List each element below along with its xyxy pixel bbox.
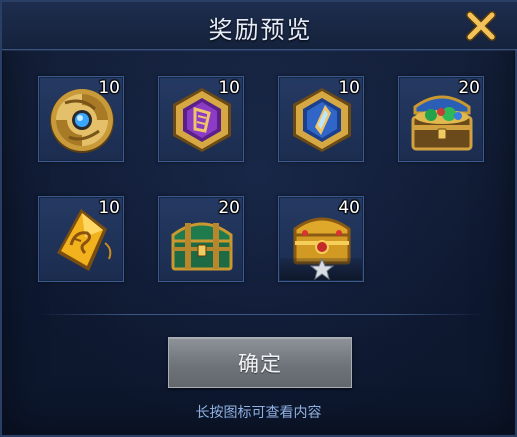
reward-count: 10 bbox=[338, 78, 360, 98]
reward-count: 10 bbox=[98, 198, 120, 218]
close-button[interactable] bbox=[464, 9, 498, 43]
confirm-button[interactable]: 确定 bbox=[168, 337, 352, 388]
divider bbox=[38, 314, 484, 315]
reward-preview-dialog: 奖励预览 10 10 10 20 10 20 40 确定 长按图标可查看内容 bbox=[0, 0, 517, 437]
reward-slot-4[interactable]: 20 bbox=[398, 76, 484, 162]
star-icon bbox=[310, 258, 334, 280]
title-bar: 奖励预览 bbox=[2, 2, 517, 50]
dialog-title: 奖励预览 bbox=[208, 16, 313, 44]
reward-count: 10 bbox=[98, 78, 120, 98]
reward-slot-2[interactable]: 10 bbox=[158, 76, 244, 162]
reward-count: 20 bbox=[458, 78, 480, 98]
star-badge bbox=[280, 258, 362, 280]
hint-text: 长按图标可查看内容 bbox=[195, 405, 322, 421]
reward-slot-3[interactable]: 10 bbox=[278, 76, 364, 162]
reward-slot-6[interactable]: 20 bbox=[158, 196, 244, 282]
reward-slot-7[interactable]: 40 bbox=[278, 196, 364, 282]
reward-count: 20 bbox=[218, 198, 240, 218]
reward-count: 10 bbox=[218, 78, 240, 98]
close-icon bbox=[466, 11, 496, 41]
reward-count: 40 bbox=[338, 198, 360, 218]
reward-slot-5[interactable]: 10 bbox=[38, 196, 124, 282]
reward-slot-1[interactable]: 10 bbox=[38, 76, 124, 162]
